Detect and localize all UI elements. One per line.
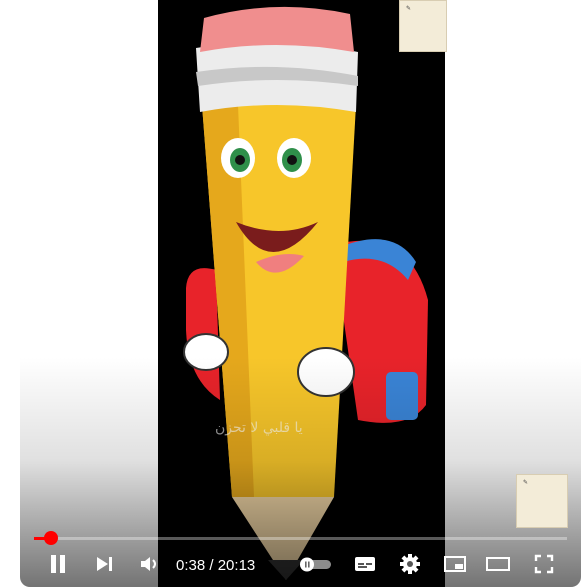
video-player[interactable]: ✎ يا قلبي لا تحزن ✎ 0:38 / 20:13	[20, 0, 581, 587]
settings-button[interactable]	[396, 548, 424, 580]
progress-scrubber[interactable]	[43, 531, 58, 545]
theater-mode-icon	[486, 557, 510, 571]
time-display: 0:38 / 20:13	[176, 557, 255, 574]
autoplay-toggle-icon	[300, 557, 331, 572]
next-button[interactable]	[90, 548, 118, 580]
progress-bar[interactable]	[34, 537, 567, 540]
time-current: 0:38	[176, 557, 206, 574]
miniplayer-button[interactable]	[441, 548, 469, 580]
next-icon	[97, 557, 112, 571]
miniplayer-icon	[444, 556, 466, 572]
captions-button[interactable]	[351, 548, 379, 580]
gear-icon	[400, 554, 420, 574]
watermark-glyph: ✎	[406, 5, 412, 12]
pause-icon	[51, 555, 65, 573]
time-total: 20:13	[217, 557, 256, 574]
fullscreen-button[interactable]	[530, 548, 558, 580]
video-overlay-text: يا قلبي لا تحزن	[215, 420, 303, 436]
time-separator: /	[205, 557, 218, 574]
theater-mode-button[interactable]	[484, 548, 512, 580]
channel-watermark-branding[interactable]: ✎	[516, 474, 568, 528]
watermark-glyph: ✎	[523, 479, 529, 486]
autoplay-toggle[interactable]	[298, 548, 334, 580]
captions-icon	[355, 557, 375, 571]
fullscreen-icon	[534, 554, 554, 574]
video-frame[interactable]	[158, 0, 445, 587]
volume-button[interactable]	[135, 548, 163, 580]
controls-bar	[20, 548, 581, 580]
volume-icon	[141, 557, 156, 571]
play-pause-button[interactable]	[44, 548, 72, 580]
channel-watermark-top: ✎	[399, 0, 447, 52]
pencil-mascot-illustration	[183, 6, 428, 580]
